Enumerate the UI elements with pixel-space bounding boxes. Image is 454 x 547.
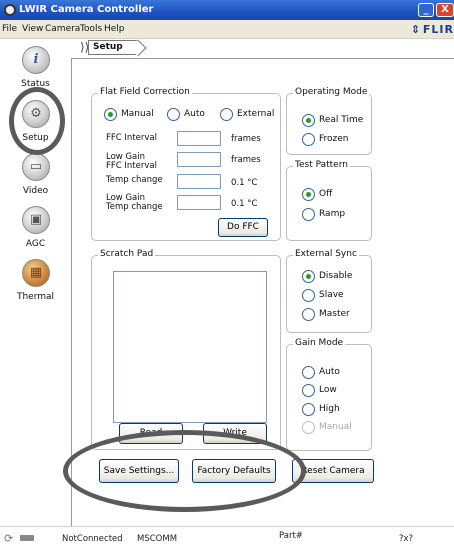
radio-icon (302, 383, 315, 397)
low-gain-temp-change-unit: 0.1 °C (231, 199, 258, 209)
gain-mode-high[interactable]: High (302, 402, 340, 416)
ffc-group-title: Flat Field Correction (98, 87, 192, 97)
refresh-icon: ⟳ (4, 532, 14, 545)
radio-icon (302, 207, 315, 221)
sidebar-item-video[interactable]: ▭ Video (0, 153, 71, 205)
low-gain-ffc-interval-field[interactable] (177, 152, 221, 167)
ffc-mode-auto[interactable]: Auto (167, 107, 205, 121)
menu-tools[interactable]: Tools (80, 24, 102, 34)
operating-mode-group: Operating Mode Real Time Frozen (286, 87, 372, 155)
window-title: LWIR Camera Controller (19, 4, 154, 15)
external-sync-master[interactable]: Master (302, 307, 350, 321)
gear-icon: ⚙ (22, 100, 50, 128)
sidebar-item-agc[interactable]: ▣ AGC (0, 206, 71, 258)
radio-icon (167, 107, 180, 121)
app-icon (4, 4, 16, 16)
low-gain-ffc-interval-unit: frames (231, 155, 261, 165)
scratch-pad-textarea[interactable] (113, 271, 267, 423)
do-ffc-button[interactable]: Do FFC (218, 218, 268, 237)
sidebar-item-label: Video (22, 186, 49, 196)
menu-file[interactable]: File (2, 24, 17, 34)
radio-icon (302, 365, 315, 379)
breadcrumb: ⟩⟩ Setup (71, 39, 454, 57)
minimize-button[interactable]: _ (418, 3, 434, 17)
monitor-icon: ▭ (22, 153, 50, 181)
sidebar-item-label: Setup (22, 133, 49, 143)
gain-mode-low[interactable]: Low (302, 383, 337, 397)
ffc-interval-field[interactable] (177, 131, 221, 146)
sidebar-item-thermal[interactable]: ▦ Thermal (0, 259, 71, 311)
test-pattern-title: Test Pattern (293, 160, 350, 170)
scratch-pad-title: Scratch Pad (98, 249, 156, 259)
sidebar-item-setup[interactable]: ⚙ Setup (0, 100, 71, 152)
gain-mode-manual: Manual (302, 420, 352, 434)
low-gain-temp-change-label: Low Gain Temp change (106, 193, 163, 212)
write-button[interactable]: Write (203, 423, 267, 444)
menu-camera[interactable]: Camera (45, 24, 80, 34)
sidebar-item-status[interactable]: i Status (0, 46, 71, 98)
close-button[interactable]: X (436, 3, 454, 17)
sidebar-item-label: Thermal (16, 292, 55, 302)
gain-mode-title: Gain Mode (293, 338, 346, 348)
radio-icon (302, 402, 315, 416)
read-button[interactable]: Read (119, 423, 183, 444)
menu-help[interactable]: Help (104, 24, 125, 34)
temp-change-unit: 0.1 °C (231, 178, 258, 188)
agc-icon: ▣ (22, 206, 50, 234)
flir-logo-text: FLIR (422, 23, 454, 36)
ffc-group: Flat Field Correction Manual Auto Extern… (91, 87, 281, 241)
operating-mode-frozen[interactable]: Frozen (302, 132, 349, 146)
setup-panel: Flat Field Correction Manual Auto Extern… (71, 58, 454, 526)
flir-logo: ⇕ FLIR (411, 23, 454, 36)
external-sync-title: External Sync (293, 249, 359, 259)
radio-icon (302, 307, 315, 321)
sidebar-item-label: AGC (25, 239, 46, 249)
external-sync-slave[interactable]: Slave (302, 288, 344, 302)
connection-icon (20, 535, 34, 541)
ffc-interval-label: FFC Interval (106, 133, 157, 143)
temp-change-label: Temp change (106, 175, 163, 185)
operating-mode-title: Operating Mode (293, 87, 370, 97)
low-gain-ffc-interval-label: Low Gain FFC Interval (106, 152, 157, 171)
operating-mode-real-time[interactable]: Real Time (302, 113, 363, 127)
info-icon: i (22, 46, 50, 74)
title-bar: LWIR Camera Controller _ X (0, 0, 454, 20)
sidebar-item-label: Status (21, 79, 50, 89)
radio-icon (220, 107, 233, 121)
sidebar: i Status ⚙ Setup ▭ Video ▣ AGC ▦ Thermal (0, 39, 71, 526)
external-sync-group: External Sync Disable Slave Master (286, 249, 372, 333)
menu-view[interactable]: View (22, 24, 43, 34)
flir-logo-icon: ⇕ (410, 23, 421, 36)
radio-disabled-icon (302, 420, 315, 434)
test-pattern-off[interactable]: Off (302, 187, 332, 201)
port-status: MSCOMM (137, 534, 178, 544)
radio-selected-icon (302, 113, 315, 127)
factory-defaults-button[interactable]: Factory Defaults (192, 459, 276, 483)
menu-bar: File View Camera Tools Help ⇕ FLIR (0, 20, 454, 39)
radio-icon (302, 132, 315, 146)
connection-status: NotConnected (62, 534, 123, 544)
test-pattern-group: Test Pattern Off Ramp (286, 160, 372, 241)
low-gain-temp-change-field[interactable] (177, 195, 221, 210)
ffc-interval-unit: frames (231, 134, 261, 144)
radio-icon (302, 288, 315, 302)
ffc-mode-manual[interactable]: Manual (104, 107, 154, 121)
reset-camera-button[interactable]: Reset Camera (292, 459, 374, 483)
ffc-mode-external[interactable]: External (220, 107, 274, 121)
part-number: Part# (279, 531, 303, 541)
radio-selected-icon (302, 269, 315, 283)
gain-mode-group: Gain Mode Auto Low High Manual (286, 338, 372, 451)
thermal-image-icon: ▦ (22, 259, 50, 287)
save-settings-button[interactable]: Save Settings... (99, 459, 179, 483)
temp-change-field[interactable] (177, 174, 221, 189)
test-pattern-ramp[interactable]: Ramp (302, 207, 345, 221)
radio-selected-icon (302, 187, 315, 201)
breadcrumb-setup[interactable]: Setup (88, 40, 137, 55)
external-sync-disable[interactable]: Disable (302, 269, 352, 283)
revision: ?x? (399, 534, 414, 544)
status-bar: ⟳ NotConnected MSCOMM Part# ?x? (0, 526, 454, 547)
gain-mode-auto[interactable]: Auto (302, 365, 340, 379)
radio-selected-icon (104, 107, 117, 121)
